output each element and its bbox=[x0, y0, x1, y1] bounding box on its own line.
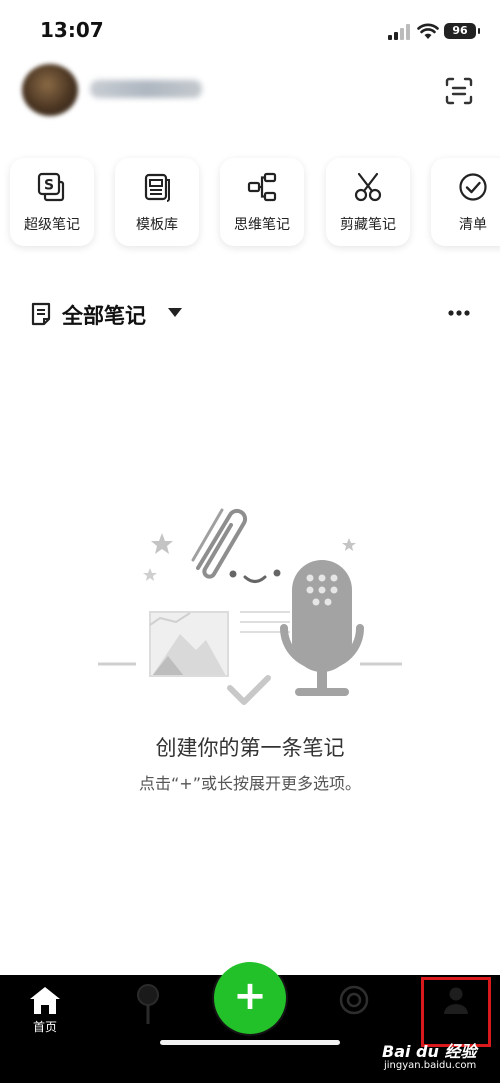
location-pin-icon[interactable] bbox=[134, 984, 162, 1026]
notes-icon bbox=[31, 302, 51, 326]
scan-icon[interactable] bbox=[444, 76, 474, 106]
username-blurred[interactable] bbox=[90, 80, 202, 98]
tool-label: 剪藏笔记 bbox=[340, 217, 396, 233]
more-options-icon[interactable] bbox=[446, 306, 472, 320]
status-time: 13:07 bbox=[40, 18, 104, 42]
watermark-brand: Bai du 经验 bbox=[382, 1042, 477, 1061]
highlight-box bbox=[421, 977, 491, 1047]
battery-indicator: 96 bbox=[444, 23, 480, 39]
tool-template-library[interactable]: 模板库 bbox=[115, 158, 199, 246]
scissors-icon bbox=[354, 172, 382, 202]
tool-label: 清单 bbox=[459, 217, 487, 233]
plus-icon: + bbox=[233, 973, 267, 1019]
home-icon[interactable] bbox=[28, 985, 62, 1015]
empty-state-title: 创建你的第一条笔记 bbox=[155, 736, 345, 760]
tool-mind-note[interactable]: 思维笔记 bbox=[220, 158, 304, 246]
super-note-icon: S bbox=[37, 172, 65, 202]
home-indicator bbox=[160, 1040, 340, 1045]
tool-label: 思维笔记 bbox=[234, 217, 290, 233]
cellular-signal-icon bbox=[388, 24, 410, 40]
watermark-site: jingyan.baidu.com bbox=[384, 1060, 477, 1071]
tool-clip-note[interactable]: 剪藏笔记 bbox=[326, 158, 410, 246]
avatar[interactable] bbox=[22, 64, 78, 116]
chevron-down-icon[interactable] bbox=[168, 308, 182, 317]
svg-text:S: S bbox=[44, 178, 54, 194]
empty-state-subtitle: 点击“+”或长按展开更多选项。 bbox=[139, 774, 361, 793]
discover-icon[interactable] bbox=[338, 984, 370, 1016]
tool-label: 模板库 bbox=[136, 217, 178, 233]
tool-super-note[interactable]: S 超级笔记 bbox=[10, 158, 94, 246]
section-title[interactable]: 全部笔记 bbox=[62, 300, 146, 330]
template-icon bbox=[144, 173, 170, 202]
empty-notes-illustration bbox=[98, 508, 402, 705]
wifi-icon bbox=[417, 23, 439, 39]
mindmap-icon bbox=[247, 172, 277, 202]
tool-checklist[interactable]: 清单 bbox=[431, 158, 500, 246]
add-note-button[interactable]: + bbox=[214, 962, 286, 1034]
tool-label: 超级笔记 bbox=[24, 217, 80, 233]
nav-home-label[interactable]: 首页 bbox=[20, 1018, 70, 1035]
checklist-icon bbox=[459, 173, 487, 201]
